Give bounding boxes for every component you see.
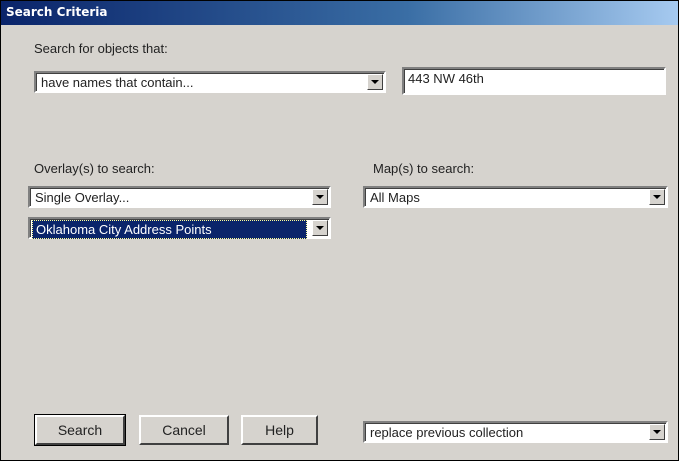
search-criteria-dialog: Search Criteria Search for objects that:… [0, 0, 679, 461]
maps-label: Map(s) to search: [373, 161, 475, 176]
maps-select[interactable]: All Maps [363, 186, 668, 208]
title-bar: Search Criteria [1, 1, 678, 25]
cancel-button[interactable]: Cancel [139, 415, 229, 445]
chevron-down-icon[interactable] [312, 220, 328, 236]
criteria-label: Search for objects that: [34, 41, 168, 56]
collection-mode-select[interactable]: replace previous collection [363, 421, 668, 443]
overlay-mode-value: Single Overlay... [35, 190, 130, 205]
overlay-label: Overlay(s) to search: [34, 161, 155, 176]
maps-selected-value: All Maps [370, 190, 420, 205]
chevron-down-icon[interactable] [312, 189, 328, 205]
criteria-condition-value: have names that contain... [41, 75, 194, 90]
criteria-condition-select[interactable]: have names that contain... [34, 71, 386, 93]
chevron-down-icon[interactable] [649, 189, 665, 205]
help-button[interactable]: Help [241, 415, 318, 445]
search-text-field[interactable] [402, 67, 668, 95]
overlay-select[interactable]: Oklahoma City Address Points [28, 217, 331, 239]
chevron-down-icon[interactable] [367, 74, 383, 90]
overlay-selected-value: Oklahoma City Address Points [32, 220, 307, 239]
window-title: Search Criteria [6, 5, 108, 19]
overlay-mode-select[interactable]: Single Overlay... [28, 186, 331, 208]
collection-mode-value: replace previous collection [370, 425, 524, 440]
search-text-input[interactable] [408, 71, 668, 86]
chevron-down-icon[interactable] [649, 424, 665, 440]
search-button[interactable]: Search [34, 414, 126, 446]
